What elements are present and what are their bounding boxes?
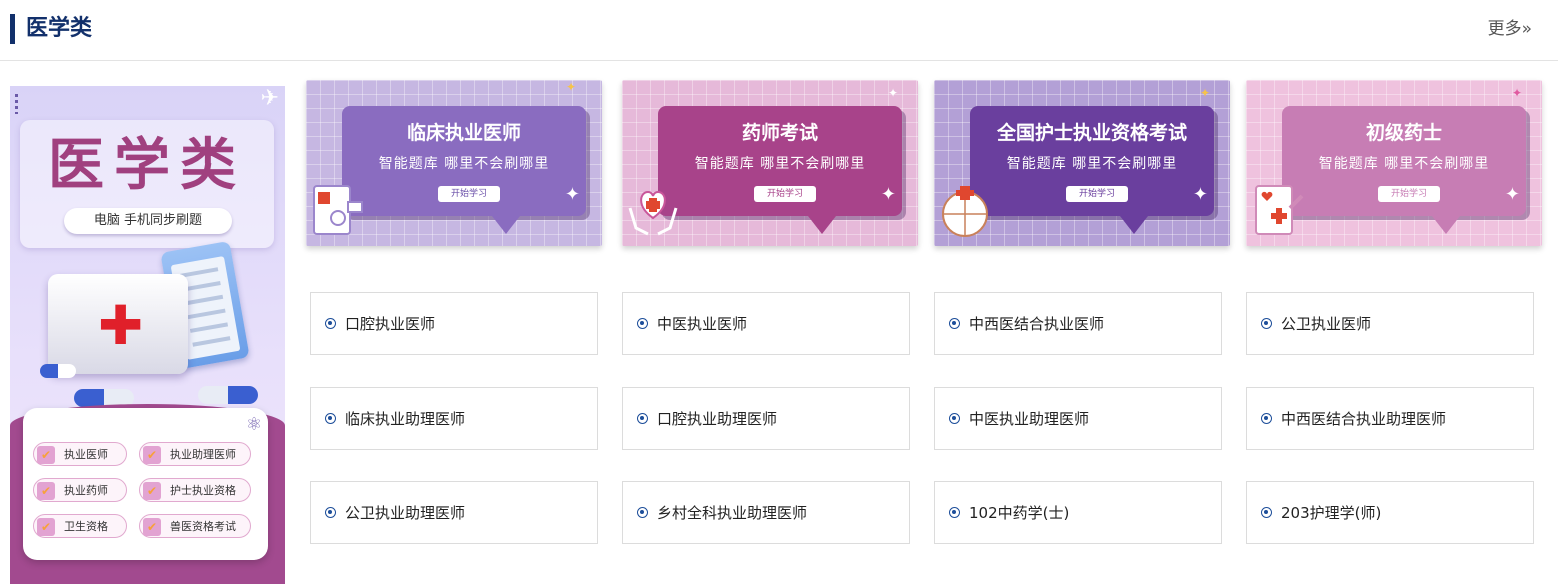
exam-link[interactable]: 102中药学(士) bbox=[934, 481, 1222, 544]
radio-dot-icon bbox=[1261, 507, 1272, 518]
banner-junior-pharmacist[interactable]: 初级药士 智能题库 哪里不会刷哪里 开始学习 ✦ ✦ bbox=[1246, 80, 1542, 246]
banner-bubble: 初级药士 智能题库 哪里不会刷哪里 开始学习 bbox=[1282, 106, 1526, 234]
checkbox-icon: ✔ bbox=[37, 446, 55, 464]
banner-pharmacist-exam[interactable]: 药师考试 智能题库 哪里不会刷哪里 开始学习 ✦ ✦ bbox=[622, 80, 918, 246]
exam-link[interactable]: 中西医结合执业助理医师 bbox=[1246, 387, 1534, 450]
start-study-button[interactable]: 开始学习 bbox=[1378, 186, 1440, 202]
radio-dot-icon bbox=[325, 318, 336, 329]
paper-plane-icon: ✈ bbox=[260, 86, 279, 111]
nurse-globe-icon bbox=[942, 186, 988, 237]
red-cross-icon: ✚ bbox=[98, 294, 144, 357]
exam-link[interactable]: 乡村全科执业助理医师 bbox=[622, 481, 910, 544]
promo-title: 医学类 bbox=[48, 132, 246, 198]
exam-link[interactable]: 口腔执业医师 bbox=[310, 292, 598, 355]
exam-link[interactable]: 公卫执业助理医师 bbox=[310, 481, 598, 544]
exam-link[interactable]: 中西医结合执业医师 bbox=[934, 292, 1222, 355]
sparkle-icon: ✦ bbox=[1199, 86, 1210, 100]
exam-link[interactable]: 临床执业助理医师 bbox=[310, 387, 598, 450]
exam-link[interactable]: 口腔执业助理医师 bbox=[622, 387, 910, 450]
title-accent-bar bbox=[10, 14, 15, 44]
banner-title: 全国护士执业资格考试 bbox=[996, 122, 1187, 144]
banner-title: 药师考试 bbox=[741, 122, 818, 144]
exam-link[interactable]: 203护理学(师) bbox=[1246, 481, 1534, 544]
exam-link[interactable]: 公卫执业医师 bbox=[1246, 292, 1534, 355]
pill-icon bbox=[198, 386, 258, 404]
banner-subtitle: 智能题库 哪里不会刷哪里 bbox=[1006, 156, 1178, 172]
start-study-button[interactable]: 开始学习 bbox=[754, 186, 816, 202]
sparkle-icon: ✦ bbox=[887, 86, 898, 100]
sparkle-icon: ✦ bbox=[880, 184, 896, 205]
promo-tag[interactable]: ✔ 执业医师 bbox=[33, 442, 127, 466]
banner-subtitle: 智能题库 哪里不会刷哪里 bbox=[1318, 156, 1490, 172]
promo-tag-card: ⚛ ✔ 执业医师 ✔ 执业助理医师 ✔ 执业药师 ✔ 护士执业资格 ✔ 卫生资格 ✔ 兽医资… bbox=[23, 408, 268, 560]
checkbox-icon: ✔ bbox=[143, 482, 161, 500]
banner-bubble: 全国护士执业资格考试 智能题库 哪里不会刷哪里 开始学习 bbox=[970, 106, 1214, 234]
radio-dot-icon bbox=[325, 413, 336, 424]
radio-dot-icon bbox=[1261, 318, 1272, 329]
promo-tag[interactable]: ✔ 护士执业资格 bbox=[139, 478, 251, 502]
sparkle-icon: ✦ bbox=[1504, 184, 1520, 205]
exam-link[interactable]: 中医执业助理医师 bbox=[934, 387, 1222, 450]
more-link[interactable]: 更多» bbox=[1488, 16, 1532, 42]
promo-tag[interactable]: ✔ 执业助理医师 bbox=[139, 442, 251, 466]
banner-subtitle: 智能题库 哪里不会刷哪里 bbox=[378, 156, 550, 172]
banner-bubble: 临床执业医师 智能题库 哪里不会刷哪里 开始学习 bbox=[342, 106, 586, 234]
molecule-icon: ⚛ bbox=[245, 414, 262, 435]
banner-subtitle: 智能题库 哪里不会刷哪里 bbox=[694, 156, 866, 172]
radio-dot-icon bbox=[637, 318, 648, 329]
checkbox-icon: ✔ bbox=[37, 518, 55, 536]
checkbox-icon: ✔ bbox=[37, 482, 55, 500]
checkbox-icon: ✔ bbox=[143, 446, 161, 464]
promo-tag[interactable]: ✔ 兽医资格考试 bbox=[139, 514, 251, 538]
radio-dot-icon bbox=[637, 413, 648, 424]
radio-dot-icon bbox=[637, 507, 648, 518]
radio-dot-icon bbox=[949, 318, 960, 329]
promo-tag[interactable]: ✔ 执业药师 bbox=[33, 478, 127, 502]
sparkle-icon: ✦ bbox=[1192, 184, 1208, 205]
radio-dot-icon bbox=[325, 507, 336, 518]
promo-subtitle: 电脑 手机同步刷题 bbox=[64, 208, 232, 234]
sparkle-icon: ✦ bbox=[564, 184, 580, 205]
doctor-id-card-icon bbox=[313, 185, 363, 235]
radio-dot-icon bbox=[949, 413, 960, 424]
pill-icon bbox=[40, 364, 76, 378]
heart-hands-icon bbox=[628, 190, 678, 236]
section-title: 医学类 bbox=[26, 16, 93, 41]
radio-dot-icon bbox=[949, 507, 960, 518]
medical-kit-illustration: ✚ bbox=[48, 274, 188, 374]
radio-dot-icon bbox=[1261, 413, 1272, 424]
sparkle-icon: ✦ bbox=[565, 80, 576, 94]
promo-hero: 医学类 电脑 手机同步刷题 bbox=[20, 120, 274, 248]
banner-nurse-qualification[interactable]: 全国护士执业资格考试 智能题库 哪里不会刷哪里 开始学习 ✦ ✦ bbox=[934, 80, 1230, 246]
decorative-dots bbox=[15, 94, 18, 114]
banner-title: 初级药士 bbox=[1365, 122, 1442, 144]
clipboard-icon bbox=[1255, 185, 1304, 235]
promo-tag[interactable]: ✔ 卫生资格 bbox=[33, 514, 127, 538]
sparkle-icon: ✦ bbox=[1511, 86, 1522, 100]
banner-clinical-physician[interactable]: 临床执业医师 智能题库 哪里不会刷哪里 开始学习 ✦ ✦ bbox=[306, 80, 602, 246]
banner-bubble: 药师考试 智能题库 哪里不会刷哪里 开始学习 bbox=[658, 106, 902, 234]
banner-title: 临床执业医师 bbox=[406, 122, 521, 144]
section-header: 医学类 更多» bbox=[0, 0, 1558, 61]
checkbox-icon: ✔ bbox=[143, 518, 161, 536]
promo-panel[interactable]: ✈ 医学类 电脑 手机同步刷题 ✚ ⚛ ✔ 执业医师 ✔ 执业助理医师 ✔ 执业药师 … bbox=[10, 86, 285, 584]
start-study-button[interactable]: 开始学习 bbox=[1066, 186, 1128, 202]
exam-link[interactable]: 中医执业医师 bbox=[622, 292, 910, 355]
start-study-button[interactable]: 开始学习 bbox=[438, 186, 500, 202]
